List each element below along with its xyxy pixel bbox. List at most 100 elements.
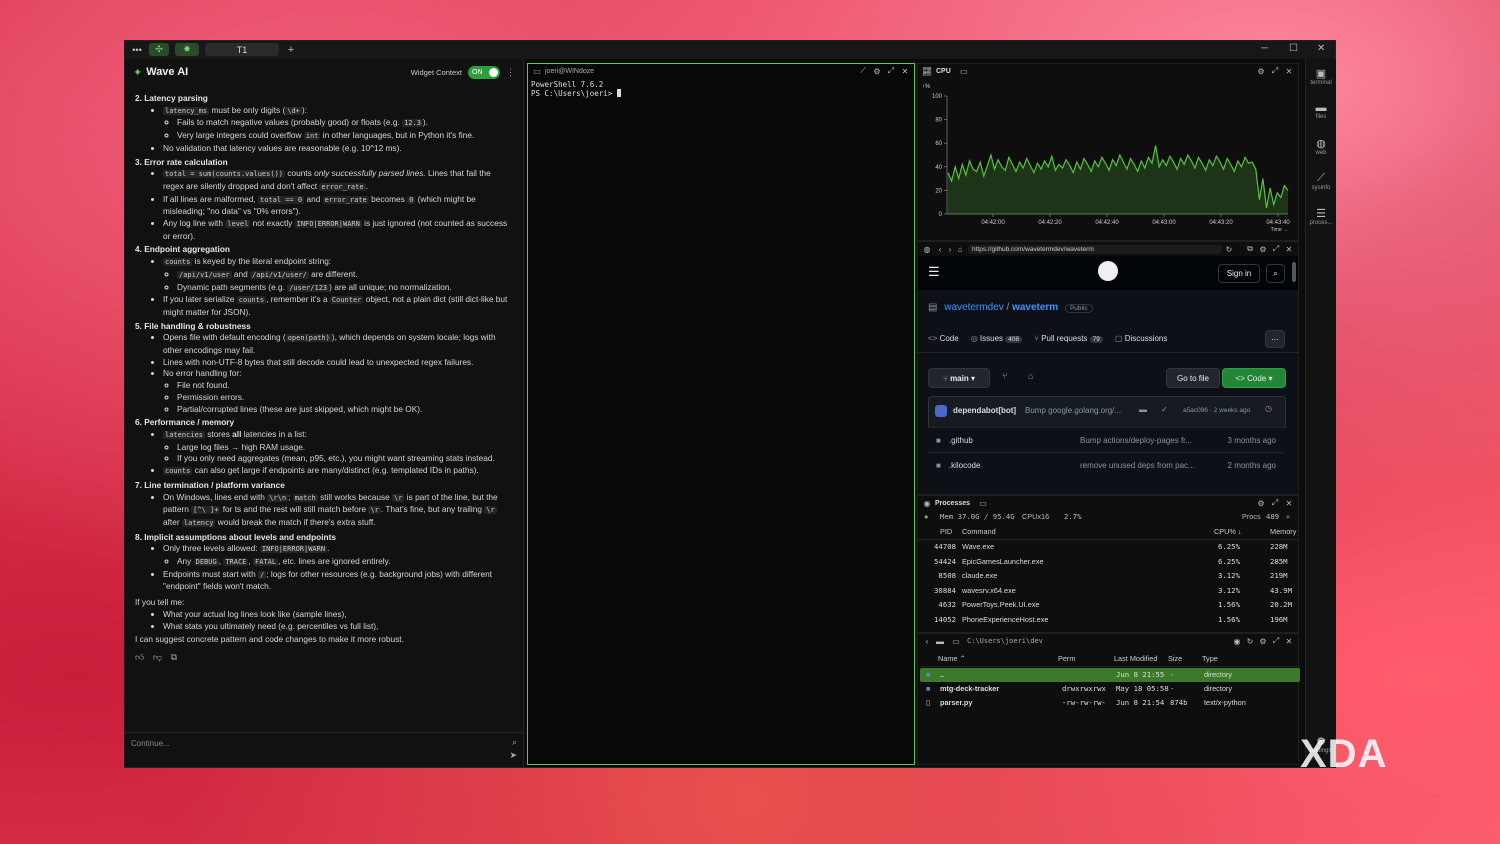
workspace-icon-button[interactable]: ✸ bbox=[175, 43, 199, 56]
sign-in-button[interactable]: Sign in bbox=[1218, 264, 1260, 283]
branch-select[interactable]: ⑂ main ▾ bbox=[928, 368, 990, 388]
commit-message[interactable]: Bump google.golang.org/... bbox=[1025, 406, 1121, 415]
add-tab-button[interactable]: + bbox=[285, 43, 297, 56]
settings-icon[interactable]: ⚙ bbox=[1258, 245, 1268, 254]
tab-code[interactable]: <> Code bbox=[928, 334, 959, 343]
github-logo-icon[interactable] bbox=[1098, 261, 1118, 281]
current-path[interactable]: C:\Users\joeri\dev bbox=[967, 637, 1043, 645]
expand-icon[interactable]: ⤢ bbox=[886, 66, 896, 76]
file-row[interactable]: ■ .github Bump actions/deploy-pages fr..… bbox=[928, 427, 1284, 452]
window-icon[interactable]: ▭ bbox=[951, 637, 961, 646]
minimize-button[interactable]: ─ bbox=[1261, 43, 1268, 54]
repo-owner-link[interactable]: wavetermdev bbox=[944, 302, 1003, 313]
expand-icon[interactable]: ⤢ bbox=[1270, 66, 1280, 76]
col-command[interactable]: Command bbox=[962, 527, 996, 536]
terminal-output[interactable]: PowerShell 7.6.2 PS C:\Users\joeri> bbox=[528, 78, 914, 100]
close-icon[interactable]: ✕ bbox=[1284, 67, 1294, 76]
file-row[interactable]: ■ .kilocode remove unused deps from pac.… bbox=[928, 452, 1284, 477]
file-commit-message[interactable]: Bump actions/deploy-pages fr... bbox=[1080, 436, 1192, 445]
app-menu-button[interactable]: ••• bbox=[129, 43, 145, 56]
expand-icon[interactable]: ⤢ bbox=[1271, 636, 1281, 646]
send-icon[interactable]: ➤ bbox=[509, 750, 517, 761]
col-perm[interactable]: Perm bbox=[1058, 654, 1075, 663]
close-icon[interactable]: ✕ bbox=[1284, 637, 1294, 646]
col-modified[interactable]: Last Modified bbox=[1114, 654, 1157, 663]
file-name[interactable]: .github bbox=[949, 436, 973, 445]
col-name[interactable]: Name ⌃ bbox=[938, 654, 966, 663]
url-bar[interactable]: https://github.com/wavetermdev/waveterm bbox=[968, 244, 1222, 254]
tab-issues[interactable]: ◎ Issues 408 bbox=[971, 334, 1023, 343]
file-commit-message[interactable]: remove unused deps from pac... bbox=[1080, 461, 1195, 470]
file-row[interactable]: ■.. Jun 8 21:55- directory bbox=[920, 668, 1300, 682]
back-icon[interactable]: ‹ bbox=[935, 245, 945, 254]
external-link-icon[interactable]: ⧉ bbox=[1245, 244, 1255, 254]
scrollbar[interactable] bbox=[1292, 262, 1296, 282]
history-icon[interactable]: ◷ bbox=[1265, 404, 1272, 413]
col-pid[interactable]: PID bbox=[940, 527, 952, 536]
process-row[interactable]: 14052 PhoneExperienceHost.exe 1.56% 196M bbox=[918, 613, 1298, 627]
settings-icon[interactable]: ⚙ bbox=[1256, 499, 1266, 508]
process-row[interactable]: 44708 Wave.exe 6.25% 228M bbox=[918, 540, 1298, 554]
expand-icon[interactable]: ⤢ bbox=[1270, 498, 1280, 508]
ai-input-field[interactable]: Continue... bbox=[131, 739, 170, 748]
repo-name-link[interactable]: waveterm bbox=[1012, 302, 1058, 313]
text: If all lines are malformed, bbox=[163, 193, 258, 204]
close-icon[interactable]: ✕ bbox=[1284, 499, 1294, 508]
attach-icon[interactable]: ⌕ bbox=[512, 737, 517, 748]
reload-icon[interactable]: ↻ bbox=[1224, 245, 1234, 254]
sidebar-item-terminal[interactable]: ▣ terminal bbox=[1306, 67, 1336, 86]
code-dropdown-button[interactable]: <> Code ▾ bbox=[1222, 368, 1286, 388]
back-icon[interactable]: ‹ bbox=[922, 637, 932, 646]
process-row[interactable]: 30884 wavesrv.x64.exe 3.12% 43.9M bbox=[918, 584, 1298, 598]
settings-icon[interactable]: ⚙ bbox=[872, 67, 882, 76]
hamburger-menu-icon[interactable]: ☰ bbox=[928, 264, 940, 280]
sidebar-item-web[interactable]: ◍ web bbox=[1306, 137, 1336, 156]
tag-icon[interactable]: ⌂ bbox=[1028, 371, 1033, 381]
settings-icon[interactable]: ⚙ bbox=[1258, 637, 1268, 646]
search-icon[interactable]: ⌕ bbox=[1286, 512, 1290, 522]
col-cpu[interactable]: CPU% ↓ bbox=[1214, 527, 1242, 536]
branches-icon[interactable]: ⑂ bbox=[1002, 371, 1007, 381]
thumbs-down-icon[interactable]: 👎︎ bbox=[153, 652, 162, 662]
settings-icon[interactable]: ⚙ bbox=[1256, 67, 1266, 76]
col-size[interactable]: Size bbox=[1168, 654, 1182, 663]
file-row[interactable]: ■ mtg-deck-tracker drwxrwxrwx May 18 05:58-… bbox=[920, 682, 1300, 696]
file-name[interactable]: .kilocode bbox=[949, 461, 981, 470]
col-type[interactable]: Type bbox=[1202, 654, 1218, 663]
close-icon[interactable]: ✕ bbox=[900, 67, 910, 76]
close-window-button[interactable]: ✕ bbox=[1317, 43, 1325, 54]
sidebar-item-sysinfo[interactable]: ⟋ sysinfo bbox=[1306, 172, 1336, 191]
go-to-file-button[interactable]: Go to file bbox=[1166, 368, 1220, 388]
process-row[interactable]: 8508 claude.exe 3.12% 219M bbox=[918, 569, 1298, 583]
window-icon[interactable]: ▭ bbox=[978, 499, 988, 508]
expand-icon[interactable]: ⤢ bbox=[1271, 244, 1281, 254]
home-icon[interactable]: ⌂ bbox=[955, 245, 965, 254]
process-row[interactable]: 54424 EpicGamesLauncher.exe 6.25% 285M bbox=[918, 555, 1298, 569]
col-memory[interactable]: Memory bbox=[1270, 527, 1296, 536]
commit-hash[interactable]: a5ac096 · 2 weeks ago bbox=[1183, 407, 1250, 414]
maximize-button[interactable]: ☐ bbox=[1289, 43, 1298, 54]
search-icon[interactable]: ⌕ bbox=[1266, 264, 1285, 283]
tab-discussions[interactable]: ▢ Discussions bbox=[1115, 334, 1167, 343]
close-icon[interactable]: ✕ bbox=[1284, 245, 1294, 254]
sidebar-item-processes[interactable]: ☰ proces... bbox=[1306, 207, 1336, 226]
commit-author[interactable]: dependabot[bot] bbox=[953, 406, 1016, 415]
kebab-menu-icon[interactable]: ⋮ bbox=[506, 67, 515, 78]
tab-t1[interactable]: T1 bbox=[205, 43, 279, 56]
ellipsis-icon[interactable]: ▬ bbox=[1139, 405, 1147, 414]
tab-pull-requests[interactable]: ⑂ Pull requests 79 bbox=[1034, 334, 1103, 343]
sidebar-item-files[interactable]: ▬ files bbox=[1306, 102, 1336, 120]
file-row[interactable]: ▯ parser.py -rw-rw-rw- Jun 8 21:54 874b text/… bbox=[920, 696, 1300, 710]
forward-icon[interactable]: › bbox=[945, 245, 955, 254]
thumbs-up-icon[interactable]: 👍︎ bbox=[135, 652, 144, 662]
refresh-icon[interactable]: ↻ bbox=[1245, 637, 1255, 646]
ai-icon-button[interactable]: ✣ bbox=[149, 43, 169, 56]
cpu-chart: ↑%100 80 60 40 20 0 04:42:00 04:42:20 04:42:40 04… bbox=[922, 84, 1290, 233]
widget-context-toggle[interactable]: ON bbox=[468, 65, 500, 79]
eye-icon[interactable]: ◉ bbox=[1232, 637, 1242, 646]
copy-icon[interactable]: ⧉ bbox=[171, 652, 177, 662]
more-options-button[interactable]: ⋯ bbox=[1265, 330, 1285, 348]
window-icon[interactable]: ▭ bbox=[959, 67, 969, 76]
process-row[interactable]: 4632 PowerToys.Peek.UI.exe 1.56% 20.2M bbox=[918, 598, 1298, 612]
magic-icon[interactable]: ⟋ bbox=[858, 66, 868, 76]
